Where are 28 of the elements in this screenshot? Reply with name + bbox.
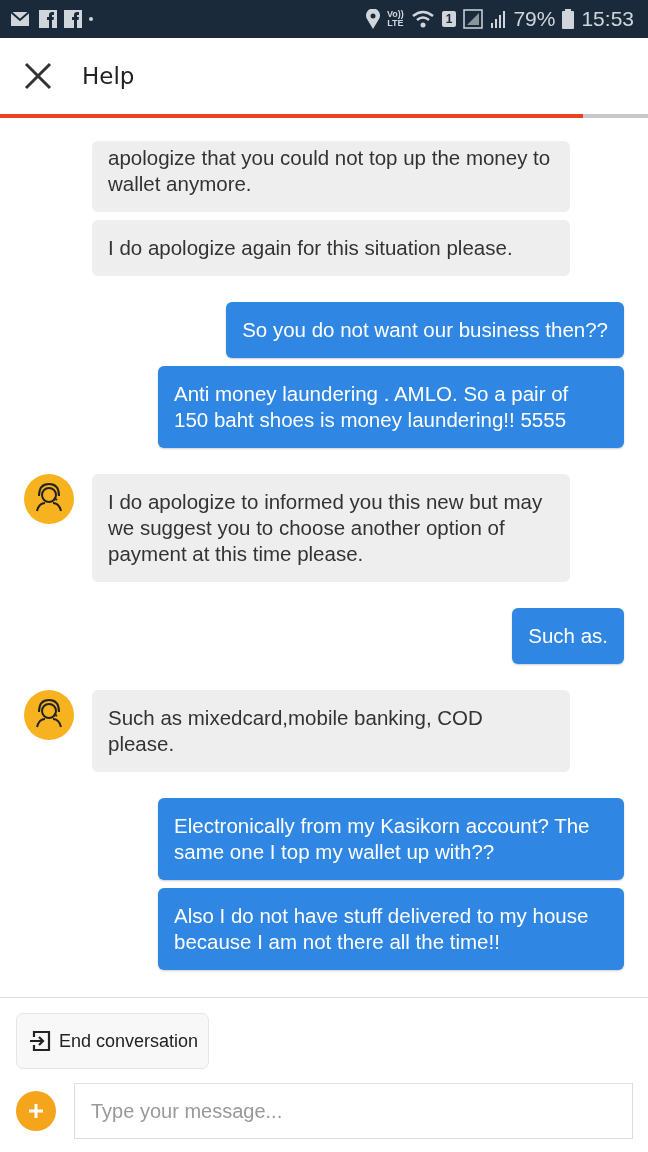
signal-icon [463,9,484,29]
received-message: Such as mixedcard,mobile banking, COD please. [92,690,570,772]
sent-message: Such as. [512,608,624,664]
sent-message: Electronically from my Kasikorn account? The same one I top my wallet up with?? [158,798,624,880]
exit-icon [29,1030,51,1052]
volte-label: Vo)) LTE [386,10,404,28]
clock: 15:53 [581,7,634,31]
end-conversation-button[interactable]: End conversation [16,1013,210,1069]
signal-icon [490,9,507,29]
plus-icon [27,1102,45,1120]
page-title: Help [82,63,135,89]
sent-message: So you do not want our business then?? [226,302,624,358]
facebook-icon [39,10,57,28]
received-message: I do apologize to informed you this new but may we suggest you to choose another option of payment at this time please. [92,474,570,582]
battery-icon [562,9,575,29]
sent-message: Also I do not have stuff delivered to my house because I am not there all the time!! [158,888,624,970]
sim-badge: 1 [441,11,457,27]
battery-percent: 79% [513,7,556,31]
location-icon [365,9,380,29]
received-message: I do apologize again for this situation please. [92,220,570,276]
dot-icon [89,17,93,21]
wifi-icon [410,10,435,28]
close-icon[interactable] [24,62,52,90]
facebook-icon [64,10,82,28]
mail-icon [10,10,32,28]
sent-message: Anti money laundering . AMLO. So a pair of 150 baht shoes is money laundering!! 5555 [158,366,624,448]
received-message: apologize that you could not top up the money to wallet anymore. [92,141,570,212]
message-input[interactable]: Type your message... [74,1083,633,1139]
